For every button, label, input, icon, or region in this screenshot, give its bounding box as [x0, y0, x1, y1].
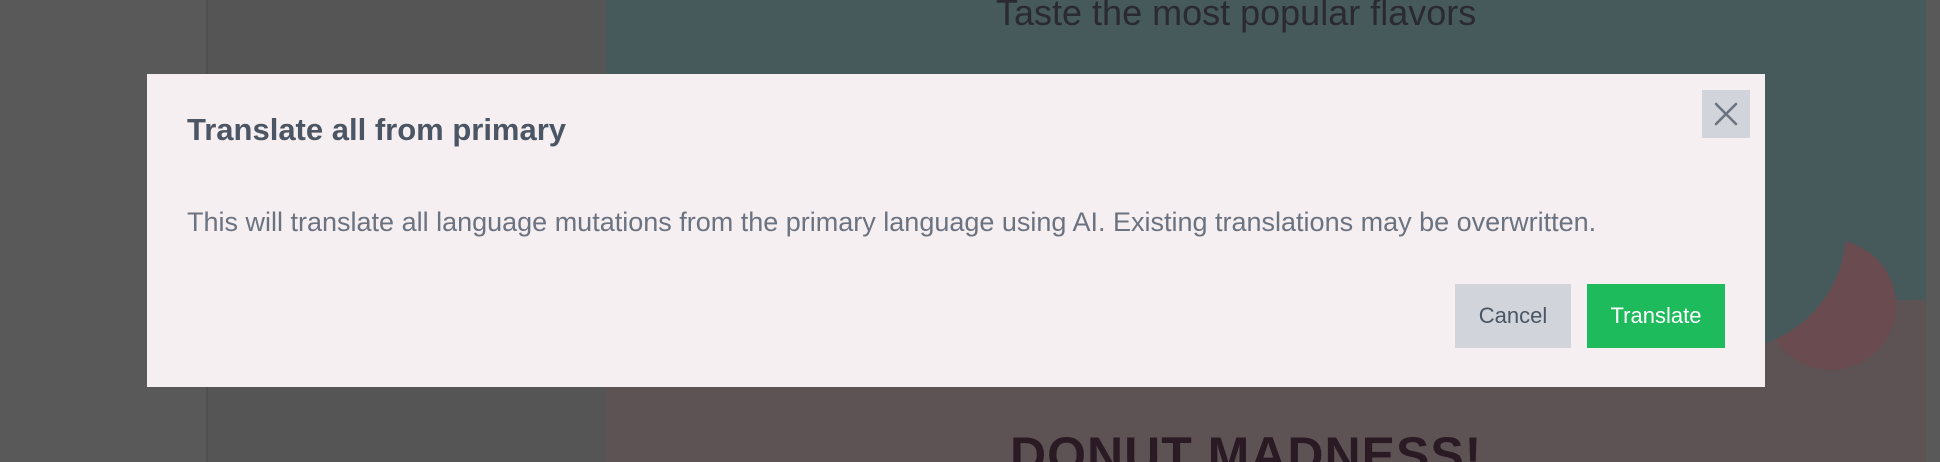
translate-button[interactable]: Translate [1587, 284, 1725, 348]
preview-title: DONUT MADNESS! [1010, 427, 1483, 462]
translate-dialog: Translate all from primary This will tra… [147, 74, 1765, 387]
dialog-actions: Cancel Translate [1455, 284, 1725, 348]
app-screen: Taste the most popular flavors DONUT MAD… [0, 0, 1940, 462]
dialog-message: This will translate all language mutatio… [187, 207, 1597, 237]
dialog-title: Translate all from primary [187, 112, 567, 147]
close-icon [1714, 102, 1738, 126]
right-edge-strip [1926, 0, 1940, 462]
cancel-button[interactable]: Cancel [1455, 284, 1571, 348]
preview-heading: Taste the most popular flavors [996, 0, 1477, 33]
close-button[interactable] [1702, 90, 1750, 138]
